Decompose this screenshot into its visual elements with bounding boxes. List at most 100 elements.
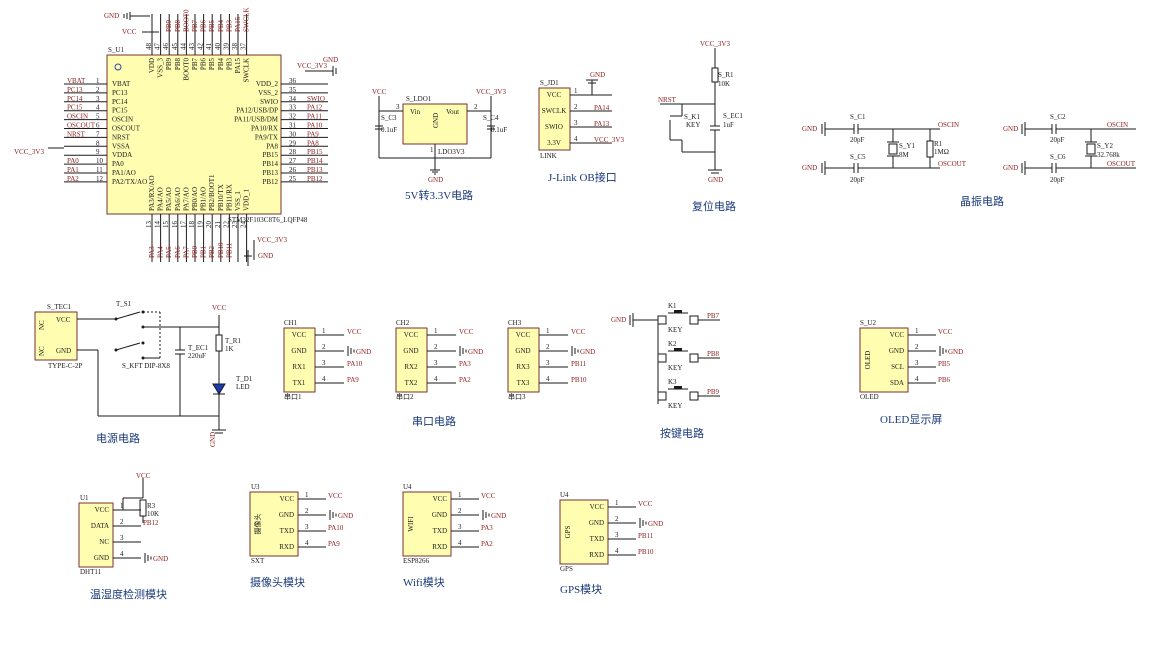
mcu-pin-net: OSCIN: [67, 113, 88, 121]
oled-gnd: GND: [948, 348, 963, 356]
uart-pin-name: RX3: [516, 363, 530, 371]
cam-net: PA10: [328, 524, 344, 532]
wifi-part: ESP8266: [403, 557, 430, 565]
dht-resistor: [139, 499, 147, 517]
power-resistor: [215, 334, 223, 352]
mcu-pin-num: 36: [289, 77, 297, 85]
oled-name: OLED: [864, 351, 872, 370]
mcu-pin-name: PA8: [266, 142, 278, 150]
mcu-pin-num: 1: [96, 77, 100, 85]
key-net: PB9: [707, 388, 720, 396]
mcu-pin-net: PA1: [67, 166, 79, 174]
mcu-pin-net: PA4: [157, 246, 165, 258]
power-cap-ref: T_EC1: [188, 344, 209, 352]
crystal-c1-val: 20pF: [850, 136, 865, 144]
uart-2[interactable]: CH2 串口2 VCC 1 VCC GND 2 GND RX2 3 PA3 TX2 4 PA2: [395, 319, 483, 401]
uart-name: 串口3: [508, 393, 526, 401]
reset-r-ref: S_R1: [718, 71, 734, 79]
key-2[interactable]: K2 KEY PB8: [657, 340, 720, 372]
mcu-pin-num: 22: [222, 221, 230, 229]
cam-title: 摄像头模块: [250, 575, 305, 589]
gps-module[interactable]: U4 GPS GPS VCC 1 VCC GND 2 GND TXD 3 PB11 RXD 4 PB10: [559, 491, 663, 573]
uart-pin-num: 3: [434, 359, 438, 367]
mcu-pin-num: 33: [289, 104, 297, 112]
dht-pin-num: 4: [120, 550, 124, 558]
reset-nrst: NRST: [658, 96, 677, 104]
cam-name: 摄像头: [253, 514, 262, 535]
wifi-pin-name: TXD: [433, 527, 447, 535]
mcu-pin-net: PA3: [148, 246, 156, 258]
keys-title: 按键电路: [660, 426, 704, 440]
mcu-pin-net: PB7: [191, 19, 199, 32]
mcu-pin-name: PB3: [225, 58, 233, 71]
mcu-pin-num: 43: [188, 43, 196, 51]
mcu-pin-num: 9: [96, 148, 100, 156]
mcu-pin-net: PC13: [67, 86, 83, 94]
power-gnd: GND: [209, 432, 217, 447]
mcu-pin-name: VBAT: [112, 80, 131, 88]
crystal-c5: S_C5: [850, 153, 866, 161]
crystal-oscin-1: OSCIN: [938, 121, 959, 129]
mcu-gnd-top: GND: [104, 12, 119, 20]
uart-pin-name: GND: [403, 347, 418, 355]
crystal-circuit[interactable]: GND S_C1 20pF GND S_C5 20pF S_Y1 8M R1 1…: [802, 113, 1136, 208]
crystal-gnd-1: GND: [802, 125, 817, 133]
key-net: PB7: [707, 312, 720, 320]
dht-title: 温湿度检测模块: [90, 587, 167, 601]
cam-gnd: GND: [338, 512, 353, 520]
cam-pin-num: 2: [305, 507, 309, 515]
dht-vcc: VCC: [136, 472, 151, 480]
crystal-y2-body: [1086, 143, 1096, 155]
key-3[interactable]: K3 KEY PB9: [657, 378, 720, 410]
reset-cap-val: 1uF: [723, 121, 734, 129]
key-ref: K1: [668, 302, 677, 310]
wifi-pin-num: 1: [458, 491, 462, 499]
mcu-gnd-right: GND: [323, 56, 338, 64]
power-circuit[interactable]: S_TEC1 TYPE-C-2P VCC GND NC NC T_S1 S_KF…: [34, 300, 253, 447]
mcu-pin-num: 21: [214, 221, 222, 229]
mcu-pin-net: PC15: [67, 104, 83, 112]
key-circuit[interactable]: GND K1 KEY PB7 K2 KEY PB8 K3 KEY PB9: [611, 302, 720, 410]
mcu-pin-name: PB15: [262, 151, 278, 159]
crystal-c5-val: 20pF: [850, 176, 865, 184]
cam-pin-name: GND: [279, 511, 294, 519]
wifi-name: WIFI: [407, 516, 415, 532]
mcu-pin-name: PC13: [112, 89, 128, 97]
mcu-pin-name: PB13: [262, 169, 278, 177]
mcu-pin-net: VBAT: [67, 77, 86, 85]
mcu-block[interactable]: S_U1 STM32F103C8T6_LQFP48 1 VBATVBAT2 PC13…: [14, 8, 338, 267]
keys-gnd: GND: [611, 316, 626, 324]
cam-module[interactable]: U3 SXT 摄像头 VCC 1 VCC GND 2 GND TXD 3 PA10 RXD 4 PA9: [249, 483, 353, 565]
mcu-pin-num: 5: [96, 113, 100, 121]
uart-pin-name: TX3: [517, 379, 530, 387]
cam-pin-num: 4: [305, 539, 309, 547]
mcu-pin-num: 31: [289, 122, 297, 130]
uart-3[interactable]: CH3 串口3 VCC 1 VCC GND 2 GND RX3 3 PB11 TX3 4 PB10: [507, 319, 595, 401]
mcu-pin-net: PB0: [191, 245, 199, 258]
mcu-pin-num: 2: [96, 86, 100, 94]
key-1[interactable]: K1 KEY PB7: [657, 302, 720, 334]
mcu-pin-net: OSCOUT: [67, 122, 96, 130]
oled-pin-num: 4: [915, 375, 919, 383]
wifi-pin-name: VCC: [433, 495, 448, 503]
oled-module[interactable]: S_U2 OLED OLED VCC 1 VCC GND 2 GND SCL 3 PB5 SDA 4 PB6: [859, 319, 963, 401]
mcu-pin-name: OSCOUT: [112, 125, 141, 133]
ldo-part: LDO3V3: [438, 148, 465, 156]
gps-pin-name: TXD: [590, 535, 604, 543]
wifi-pin-num: 2: [458, 507, 462, 515]
mcu-ref: S_U1: [108, 46, 124, 54]
ldo-circuit[interactable]: S_LDO1 Vin Vout GND LDO3V3 3 2 1 VCC VCC…: [372, 88, 507, 202]
uart-circuits: CH1 串口1 VCC 1 VCC GND 2 GND RX1 3 PA10 TX1 4 PA9 CH2 串口…: [283, 319, 595, 401]
mcu-pin-name: VDD: [148, 58, 156, 73]
uart-1[interactable]: CH1 串口1 VCC 1 VCC GND 2 GND RX1 3 PA10 TX1 4 PA9: [283, 319, 371, 401]
jlink-circuit[interactable]: S_JD1 LINK 1 VCC 2 SWCLK PA14 3 SWIO PA13 4 3.3V V…: [538, 71, 624, 184]
gps-net: VCC: [638, 500, 653, 508]
mcu-pin-net: PB11: [225, 242, 233, 258]
jlink-pin-num: 2: [574, 103, 578, 111]
uart-pin-num: 3: [322, 359, 326, 367]
uart-ref: CH2: [396, 319, 410, 327]
wifi-module[interactable]: U4 ESP8266 WIFI VCC 1 VCC GND 2 GND TXD 3 PA3 RXD 4 PA…: [402, 483, 506, 565]
reset-circuit[interactable]: VCC_3V3 S_R1 10K NRST S_K1 KEY S_EC1 1uF…: [658, 40, 743, 213]
dht-pin-name: NC: [99, 538, 109, 546]
dht-pin-num: 2: [120, 518, 124, 526]
